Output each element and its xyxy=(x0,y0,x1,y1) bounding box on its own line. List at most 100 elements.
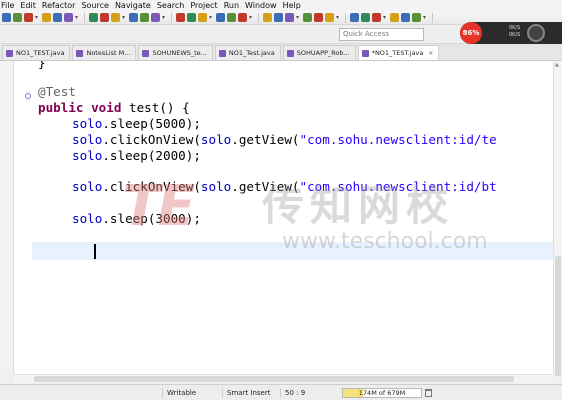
toolbar-action-icon[interactable] xyxy=(53,13,62,22)
toolbar-action-icon[interactable] xyxy=(2,13,11,22)
toolbar-action-icon[interactable] xyxy=(151,13,160,22)
recorder-stat-down: 0K/S xyxy=(509,32,521,38)
menu-search[interactable]: Search xyxy=(154,0,187,11)
horizontal-scroll-thumb[interactable] xyxy=(34,376,514,382)
code-line-sleep-2: solo.sleep(2000); xyxy=(72,148,201,163)
recorder-progress-badge: 86% xyxy=(460,22,482,44)
menu-help[interactable]: Help xyxy=(280,0,304,11)
screen-recorder-widget[interactable]: 86% 0K/S 0K/S xyxy=(460,22,562,44)
garbage-collect-icon[interactable] xyxy=(425,389,432,397)
toolbar-action-icon[interactable] xyxy=(100,13,109,22)
menu-edit[interactable]: Edit xyxy=(17,0,39,11)
vertical-scroll-thumb[interactable] xyxy=(555,256,561,376)
toolbar-action-icon[interactable] xyxy=(129,13,138,22)
dropdown-arrow-icon[interactable]: ▾ xyxy=(122,14,127,21)
status-insert-mode: Smart Insert xyxy=(222,388,270,398)
menu-run[interactable]: Run xyxy=(221,0,242,11)
recorder-stats: 0K/S 0K/S xyxy=(509,25,520,39)
heap-status[interactable]: 174M of 679M xyxy=(342,388,422,398)
dropdown-arrow-icon[interactable]: ▾ xyxy=(296,14,301,21)
tab-label: NotesList M... xyxy=(86,49,131,57)
code-line-signature: public void test() { xyxy=(38,100,190,115)
menu-navigate[interactable]: Navigate xyxy=(112,0,154,11)
toolbar-action-icon[interactable] xyxy=(89,13,98,22)
tab-label: SOHUNEWS_te... xyxy=(152,49,207,57)
java-file-icon xyxy=(142,49,150,57)
dropdown-arrow-icon[interactable]: ▾ xyxy=(162,14,167,21)
dropdown-arrow-icon[interactable]: ▾ xyxy=(383,14,388,21)
scroll-up-icon[interactable]: ▲ xyxy=(555,62,559,68)
toolbar-action-icon[interactable] xyxy=(303,13,312,22)
menu-window[interactable]: Window xyxy=(242,0,280,11)
recorder-knob-icon[interactable] xyxy=(527,24,545,42)
tab-sohuapp[interactable]: SOHUAPP_Rob... xyxy=(282,45,356,60)
horizontal-scrollbar[interactable] xyxy=(14,374,553,383)
toolbar-action-icon[interactable] xyxy=(314,13,323,22)
tab-label: NO1_TEST.java xyxy=(16,49,65,57)
java-file-icon xyxy=(361,49,369,57)
fold-collapse-icon[interactable] xyxy=(25,93,31,99)
toolbar-action-icon[interactable] xyxy=(238,13,247,22)
tab-noteslist[interactable]: NotesList M... xyxy=(72,45,137,60)
dropdown-arrow-icon[interactable]: ▾ xyxy=(35,14,40,21)
watermark-brand-text: 传知网校 xyxy=(262,181,455,230)
menu-source[interactable]: Source xyxy=(78,0,111,11)
heap-label: 174M of 679M xyxy=(358,389,406,397)
toolbar-action-icon[interactable] xyxy=(263,13,272,22)
dropdown-arrow-icon[interactable]: ▾ xyxy=(209,14,214,21)
dropdown-arrow-icon[interactable]: ▾ xyxy=(336,14,341,21)
close-tab-icon[interactable]: ✕ xyxy=(428,50,433,57)
toolbar-action-icon[interactable] xyxy=(64,13,73,22)
vertical-scrollbar[interactable]: ▲ xyxy=(553,61,562,376)
java-file-icon xyxy=(76,49,84,57)
tab-no1-test-lower[interactable]: NO1_Test.java xyxy=(214,45,281,60)
toolbar-action-icon[interactable] xyxy=(140,13,149,22)
status-bar: Writable Smart Insert 50 : 9 174M of 679… xyxy=(0,384,562,400)
menu-file[interactable]: File xyxy=(0,0,17,11)
dropdown-arrow-icon[interactable]: ▾ xyxy=(423,14,428,21)
code-line-sleep-1: solo.sleep(5000); xyxy=(72,116,201,131)
code-line-annotation: @Test xyxy=(38,84,76,99)
status-writable: Writable xyxy=(162,388,196,398)
toolbar-action-icon[interactable] xyxy=(361,13,370,22)
toolbar-action-icon[interactable] xyxy=(42,13,51,22)
toolbar-action-icon[interactable] xyxy=(412,13,421,22)
watermark-url: www.teschool.com xyxy=(282,229,488,254)
toolbar-action-icon[interactable] xyxy=(285,13,294,22)
toolbar-action-icon[interactable] xyxy=(187,13,196,22)
tab-no1-test[interactable]: NO1_TEST.java xyxy=(2,45,71,60)
java-file-icon xyxy=(6,49,13,57)
toolbar-action-icon[interactable] xyxy=(350,13,359,22)
eclipse-window: File Edit Refactor Source Navigate Searc… xyxy=(0,0,562,400)
toolbar-action-icon[interactable] xyxy=(13,13,22,22)
text-caret xyxy=(94,244,96,259)
menu-refactor[interactable]: Refactor xyxy=(39,0,79,11)
java-file-icon xyxy=(218,49,226,57)
quick-access-input[interactable]: Quick Access xyxy=(339,28,424,41)
toolbar-action-icon[interactable] xyxy=(372,13,381,22)
toolbar-action-icon[interactable] xyxy=(24,13,33,22)
dropdown-arrow-icon[interactable]: ▾ xyxy=(249,14,254,21)
watermark-logo: TE xyxy=(122,174,195,239)
toolbar-action-icon[interactable] xyxy=(274,13,283,22)
left-ruler xyxy=(0,61,14,374)
toolbar-separator xyxy=(171,12,172,23)
dropdown-arrow-icon[interactable]: ▾ xyxy=(75,14,80,21)
code-line-click-1: solo.clickOnView(solo.getView("com.sohu.… xyxy=(72,132,497,147)
tab-sohunews[interactable]: SOHUNEWS_te... xyxy=(138,45,213,60)
menu-project[interactable]: Project xyxy=(187,0,220,11)
toolbar-action-icon[interactable] xyxy=(325,13,334,22)
menu-bar: File Edit Refactor Source Navigate Searc… xyxy=(0,0,562,11)
toolbar-action-icon[interactable] xyxy=(227,13,236,22)
tab-no1-test-active[interactable]: *NO1_TEST.java ✕ xyxy=(357,45,440,60)
toolbar-action-icon[interactable] xyxy=(198,13,207,22)
toolbar-separator xyxy=(84,12,85,23)
toolbar-action-icon[interactable] xyxy=(216,13,225,22)
toolbar-separator xyxy=(345,12,346,23)
status-cursor-position: 50 : 9 xyxy=(280,388,305,398)
tab-label: SOHUAPP_Rob... xyxy=(296,49,350,57)
toolbar-action-icon[interactable] xyxy=(176,13,185,22)
toolbar-action-icon[interactable] xyxy=(390,13,399,22)
toolbar-action-icon[interactable] xyxy=(401,13,410,22)
toolbar-action-icon[interactable] xyxy=(111,13,120,22)
